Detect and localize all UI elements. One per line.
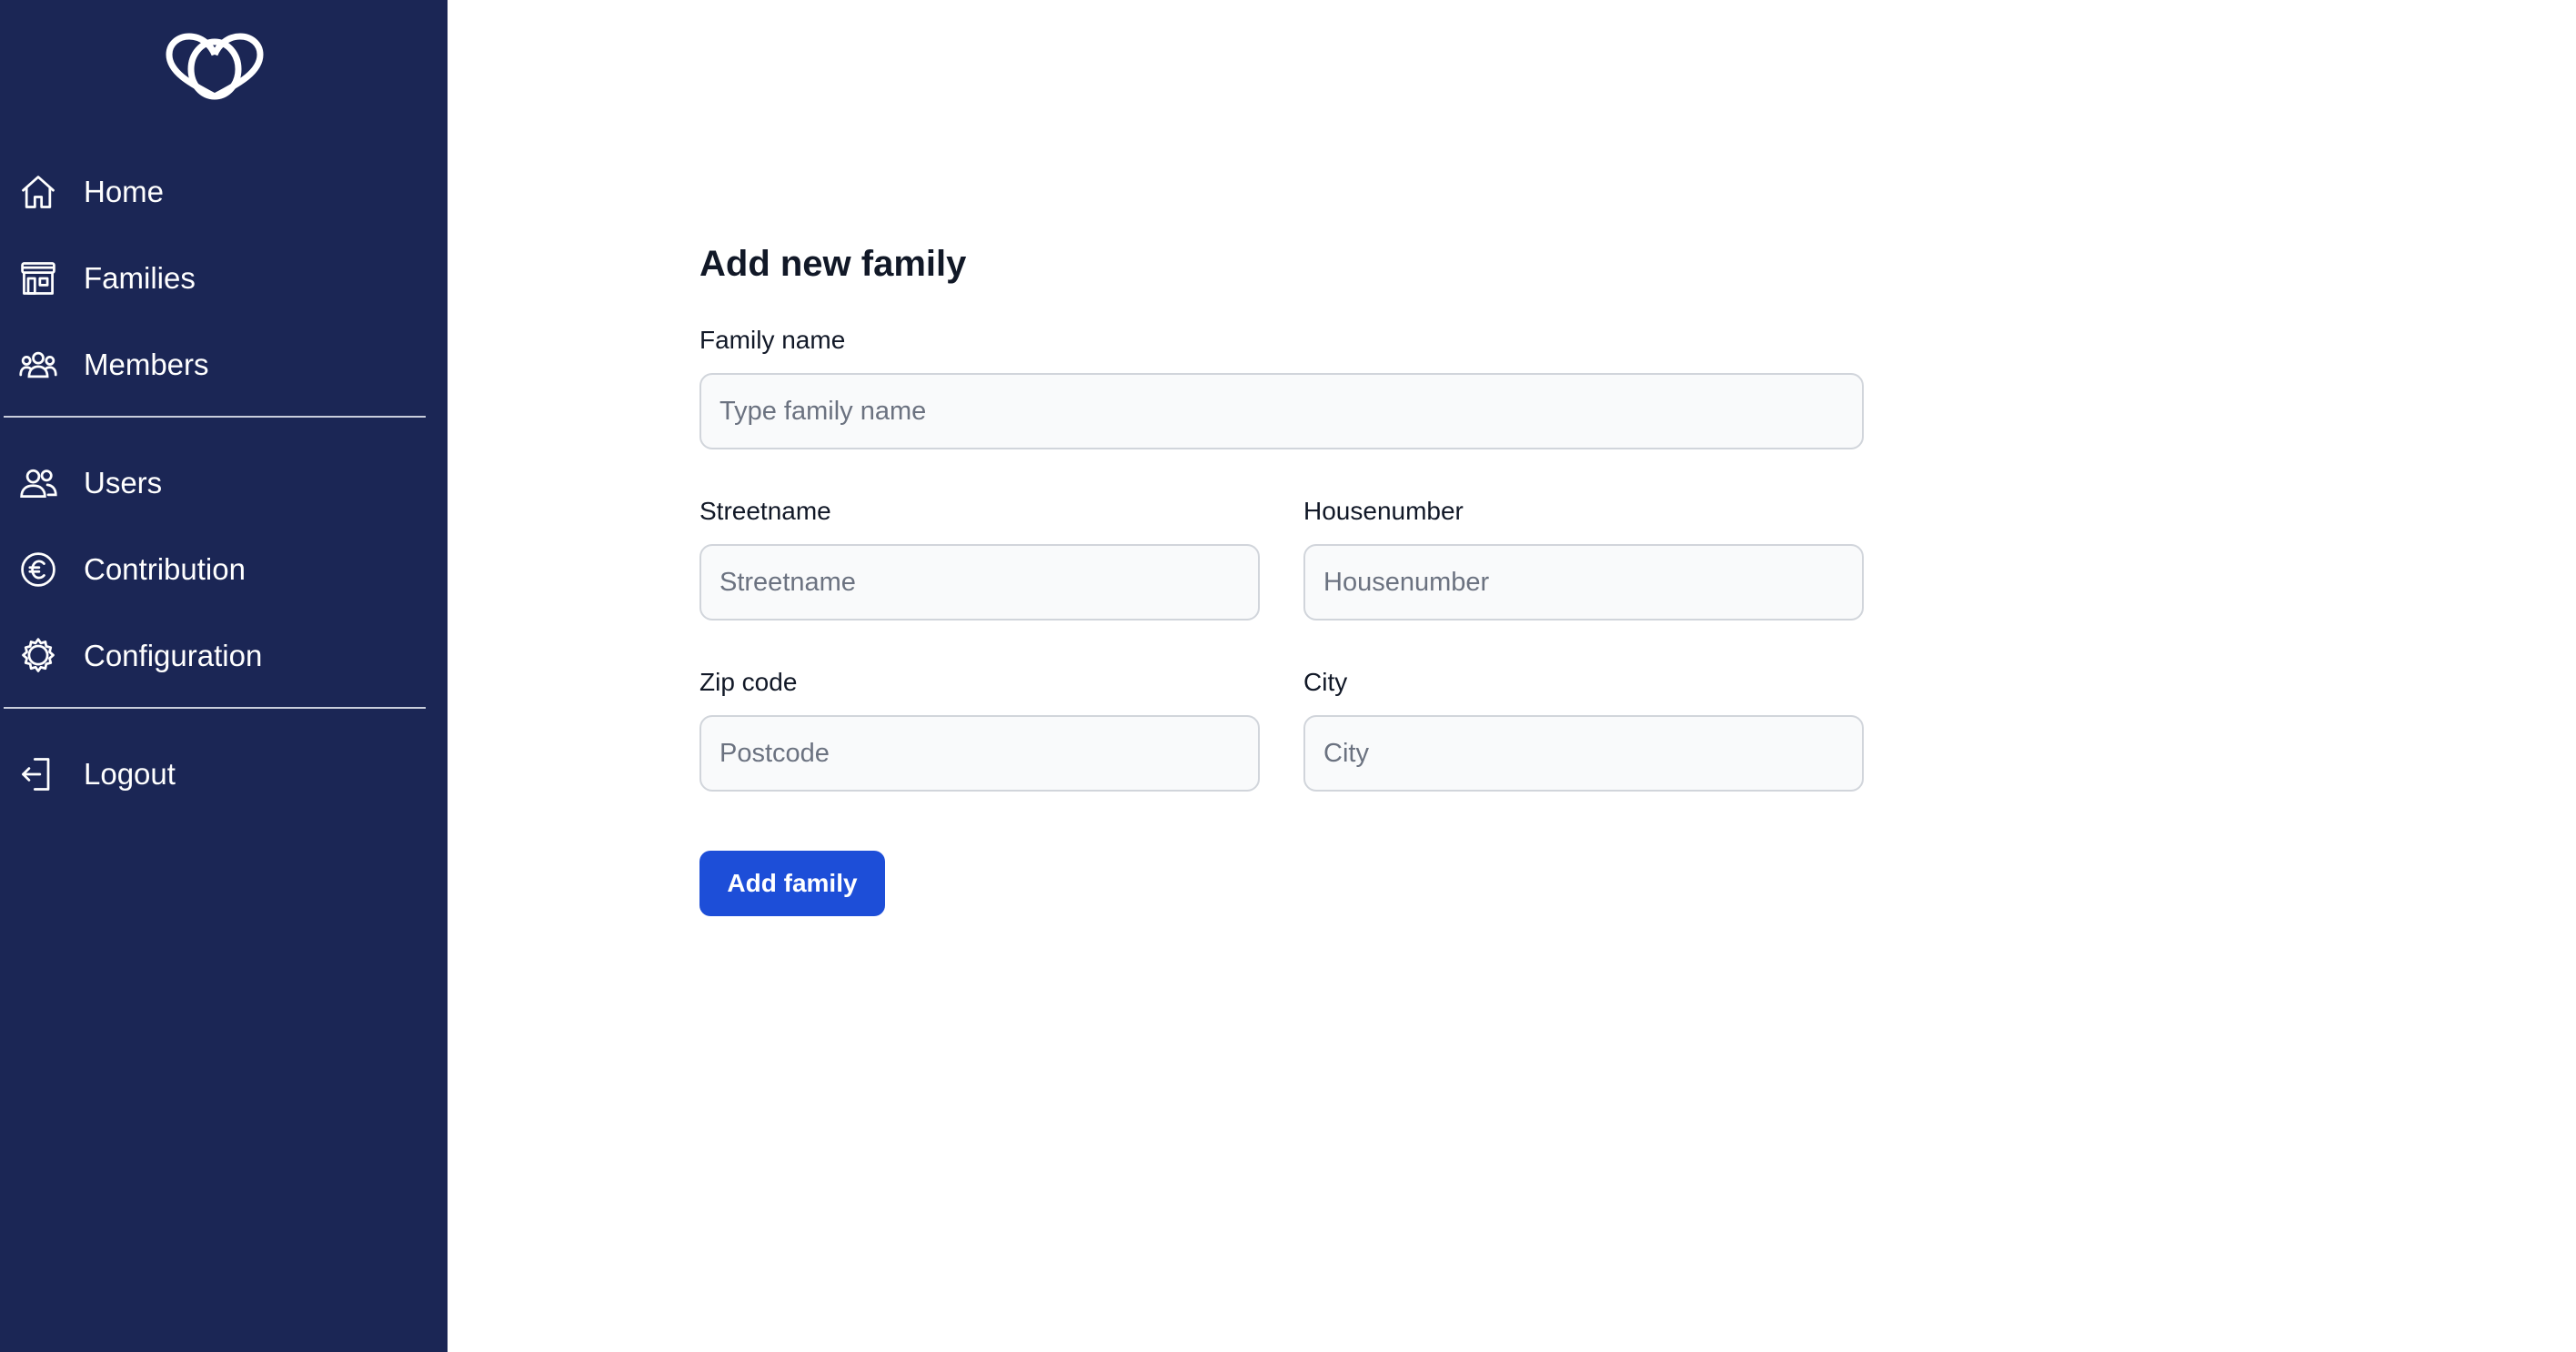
add-family-button[interactable]: Add family xyxy=(699,851,885,916)
sidebar-item-members[interactable]: Members xyxy=(0,328,448,401)
sidebar: Home Families Members Users Contribution… xyxy=(0,0,448,1352)
housenumber-label: Housenumber xyxy=(1303,497,1464,525)
sidebar-item-families[interactable]: Families xyxy=(0,242,448,315)
sidebar-divider xyxy=(4,416,426,418)
page-title: Add new family xyxy=(699,244,967,284)
sidebar-item-label: Families xyxy=(84,261,196,295)
logout-icon xyxy=(18,754,58,794)
city-input[interactable] xyxy=(1303,715,1864,792)
sidebar-item-home[interactable]: Home xyxy=(0,156,448,228)
euro-circle-icon xyxy=(18,550,58,590)
three-interlocking-rings-icon[interactable] xyxy=(162,33,267,102)
sidebar-item-label: Logout xyxy=(84,757,176,791)
sidebar-item-users[interactable]: Users xyxy=(0,447,448,520)
sidebar-item-label: Contribution xyxy=(84,552,246,586)
sidebar-item-configuration[interactable]: Configuration xyxy=(0,620,448,692)
zipcode-label: Zip code xyxy=(699,668,798,696)
members-group-icon xyxy=(18,345,58,385)
storefront-icon xyxy=(18,258,58,298)
sidebar-divider xyxy=(4,707,426,709)
streetname-input[interactable] xyxy=(699,544,1260,621)
app-root: Home Families Members Users Contribution… xyxy=(0,0,2576,1352)
sidebar-item-label: Configuration xyxy=(84,639,263,672)
sidebar-item-logout[interactable]: Logout xyxy=(0,738,448,811)
city-label: City xyxy=(1303,668,1348,696)
zipcode-input[interactable] xyxy=(699,715,1260,792)
sidebar-item-label: Members xyxy=(84,348,209,381)
housenumber-input[interactable] xyxy=(1303,544,1864,621)
streetname-label: Streetname xyxy=(699,497,831,525)
family-name-label: Family name xyxy=(699,326,846,354)
sidebar-item-contribution[interactable]: Contribution xyxy=(0,533,448,606)
users-icon xyxy=(18,463,58,503)
sidebar-item-label: Users xyxy=(84,466,163,499)
sidebar-item-label: Home xyxy=(84,175,165,208)
home-icon xyxy=(18,172,58,212)
gear-icon xyxy=(18,636,58,676)
family-name-input[interactable] xyxy=(699,373,1864,449)
